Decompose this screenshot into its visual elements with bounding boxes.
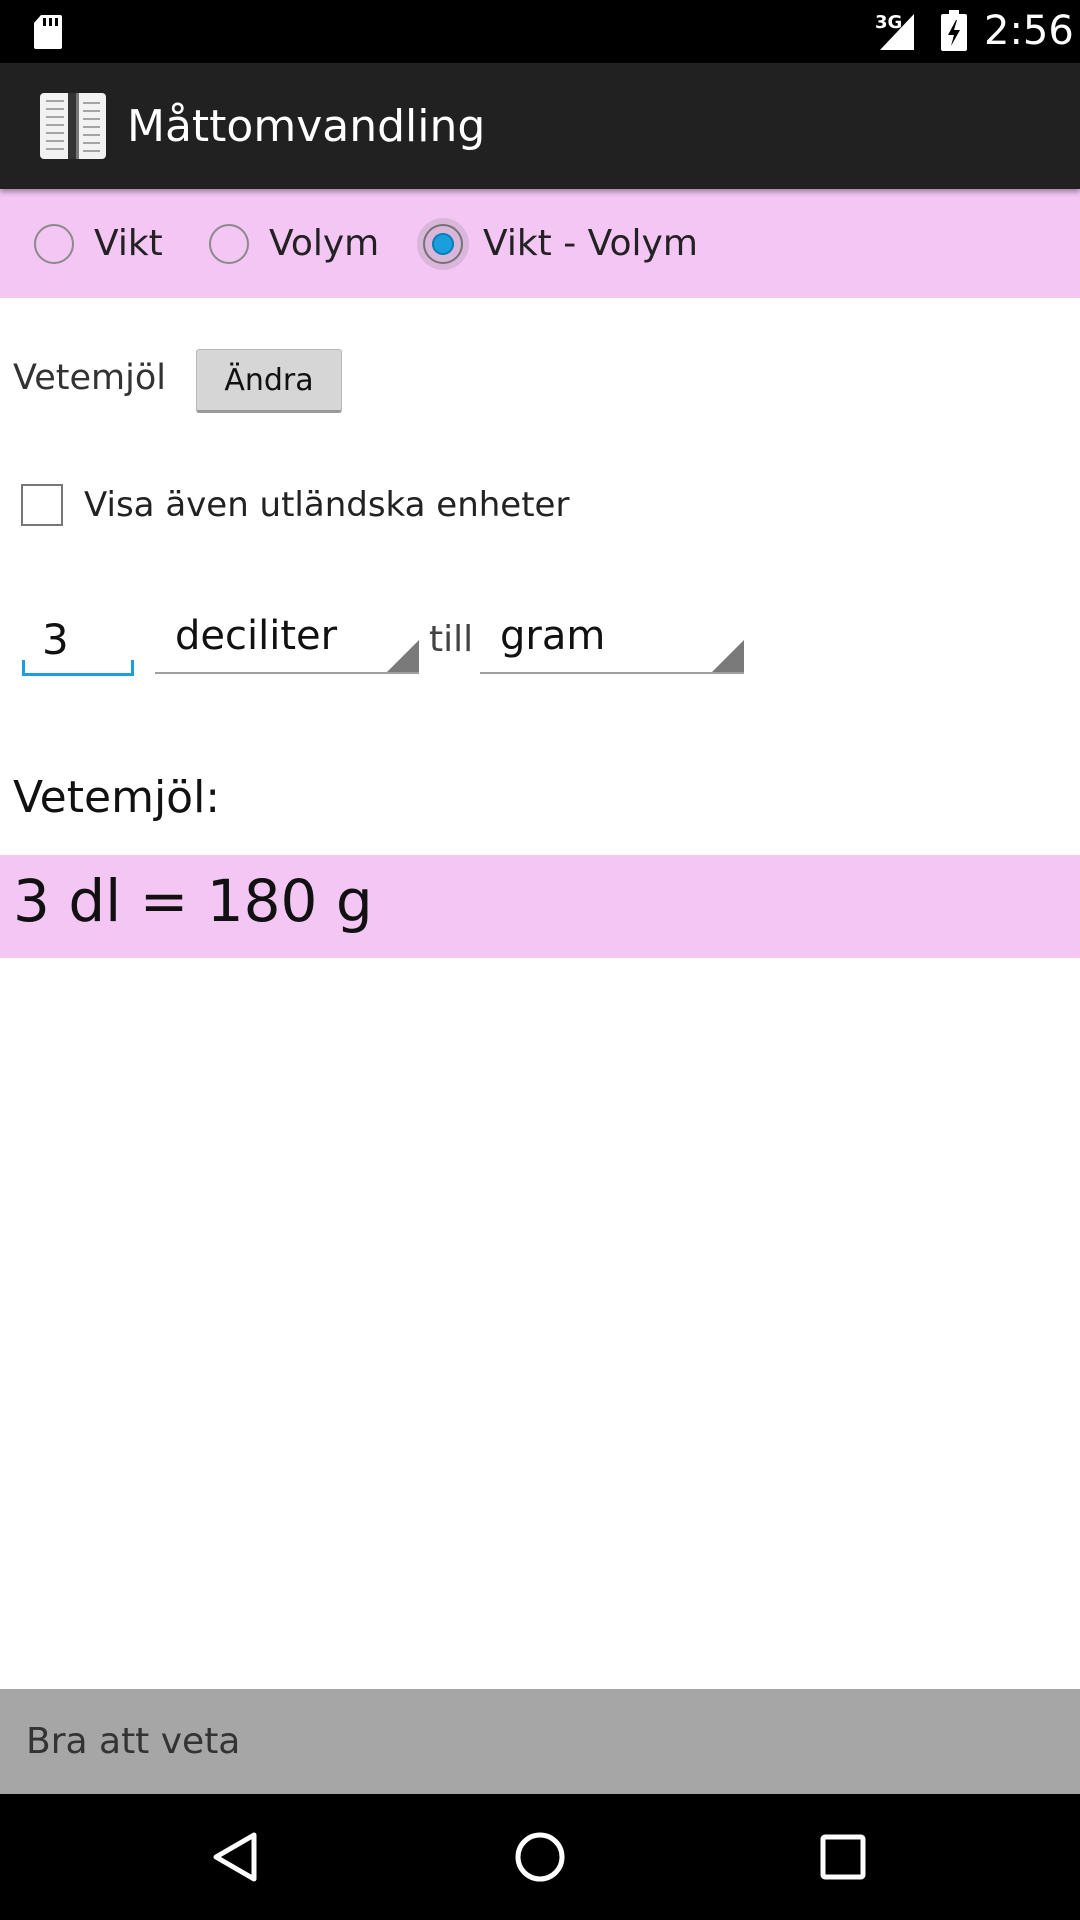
- radio-unchecked-icon: [34, 223, 74, 264]
- dropdown-arrow-icon: [712, 640, 744, 672]
- to-unit-value: gram: [500, 613, 606, 659]
- app-icon: [40, 93, 106, 159]
- till-label: till: [429, 619, 474, 660]
- clock: 2:56: [984, 8, 1074, 54]
- sd-card-icon: [34, 15, 62, 49]
- network-type-label: 3G: [875, 12, 903, 33]
- good-to-know-label: Bra att veta: [26, 1721, 241, 1762]
- radio-label: Vikt: [94, 223, 163, 264]
- result-text: 3 dl = 180 g: [13, 867, 373, 935]
- result-panel: 3 dl = 180 g: [0, 855, 1080, 958]
- from-unit-spinner[interactable]: deciliter: [155, 606, 419, 674]
- status-bar: 3G 2:56: [0, 0, 1080, 63]
- app-title: Måttomvandling: [127, 101, 486, 152]
- foreign-units-label: Visa även utländska enheter: [84, 485, 570, 525]
- mode-radio-group: Vikt Volym Vikt - Volym: [0, 189, 1080, 298]
- foreign-units-checkbox[interactable]: [21, 484, 63, 526]
- dropdown-arrow-icon: [387, 640, 419, 672]
- radio-vikt[interactable]: Vikt: [34, 189, 163, 298]
- ingredient-label: Vetemjöl: [13, 358, 166, 398]
- navigation-bar: [0, 1794, 1080, 1920]
- input-underline-right: [131, 660, 134, 676]
- good-to-know-button[interactable]: Bra att veta: [0, 1689, 1080, 1794]
- home-icon[interactable]: [510, 1827, 570, 1887]
- action-bar: Måttomvandling: [0, 63, 1080, 189]
- input-underline-left: [22, 660, 25, 676]
- radio-unchecked-icon: [209, 223, 249, 264]
- to-unit-spinner[interactable]: gram: [480, 606, 744, 674]
- battery-charging-icon: [941, 10, 967, 51]
- radio-volym[interactable]: Volym: [209, 189, 379, 298]
- amount-input[interactable]: [22, 606, 134, 676]
- radio-label: Volym: [269, 223, 380, 264]
- change-ingredient-button[interactable]: Ändra: [196, 349, 342, 413]
- radio-label: Vikt - Volym: [483, 223, 698, 264]
- from-unit-value: deciliter: [175, 613, 338, 659]
- back-icon[interactable]: [206, 1827, 266, 1887]
- radio-vikt-volym[interactable]: Vikt - Volym: [417, 189, 698, 298]
- screen: 3G 2:56 Måttomvandling Vikt Volym Vikt -…: [0, 0, 1080, 1920]
- result-heading: Vetemjöl:: [13, 772, 221, 823]
- recents-icon[interactable]: [813, 1827, 873, 1887]
- radio-checked-icon: [417, 217, 469, 270]
